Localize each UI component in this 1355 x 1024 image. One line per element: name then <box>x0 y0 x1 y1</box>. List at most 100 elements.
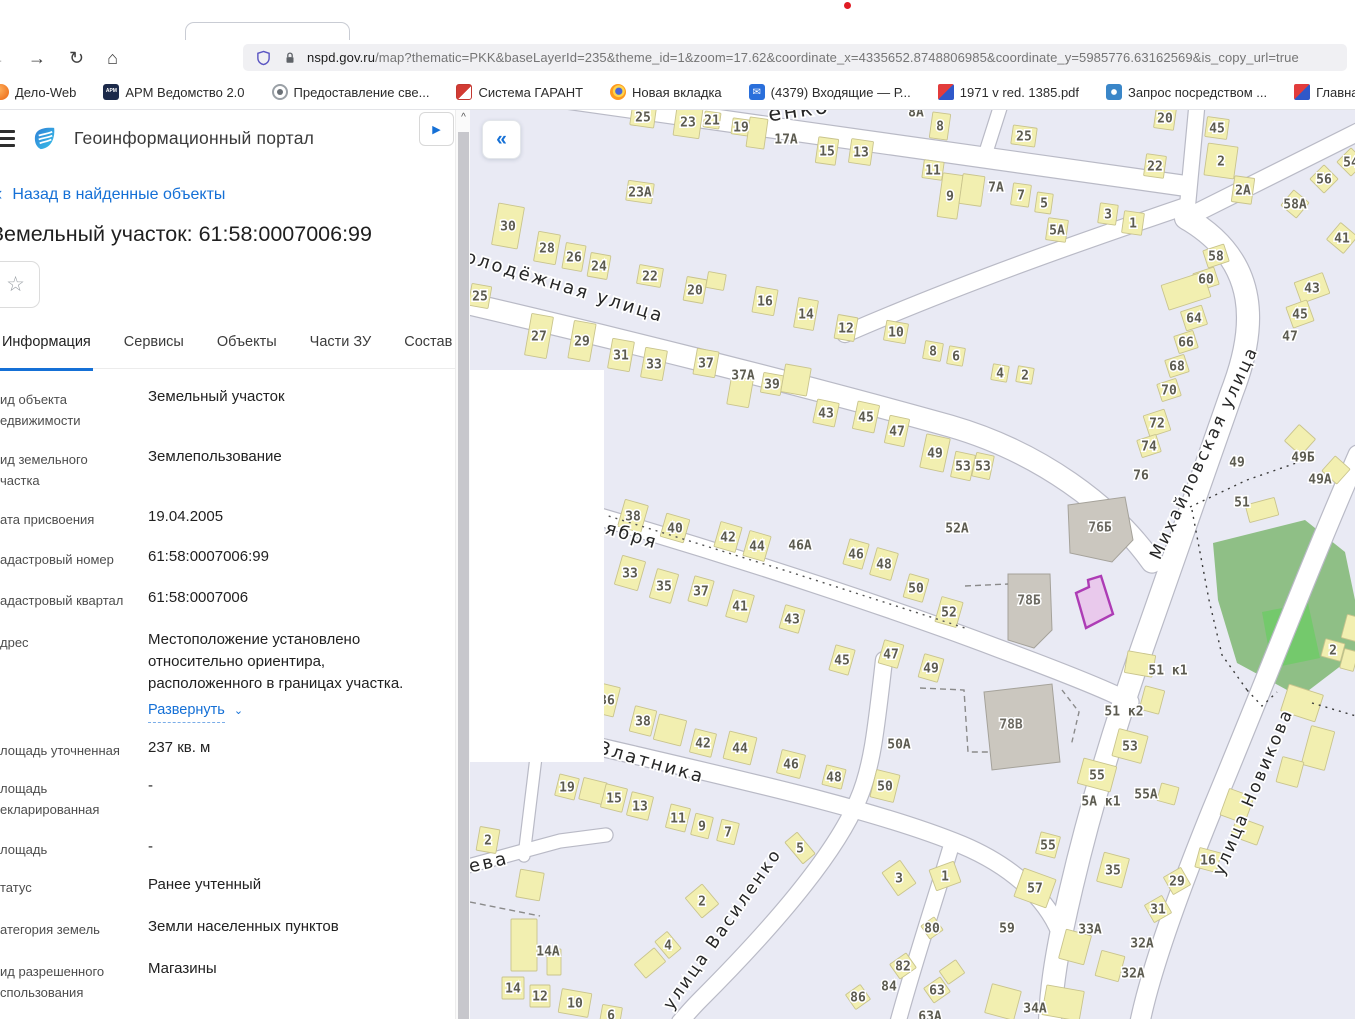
bookmark-item[interactable]: Система ГАРАНТ <box>456 84 583 100</box>
map-label: 22 <box>642 270 658 285</box>
page: { "browser": { "nav": {"back":"←","forwa… <box>0 0 1355 1019</box>
tab-Части ЗУ[interactable]: Части ЗУ <box>308 326 374 368</box>
bookmark-item[interactable]: АРМАРМ Ведомство 2.0 <box>103 84 244 100</box>
panel-header: Геоинформационный портал <box>0 125 314 152</box>
map-label: 41 <box>1334 232 1350 247</box>
collapse-panel-button[interactable]: « <box>482 120 521 159</box>
gray-building-78Б[interactable] <box>1008 574 1052 648</box>
browser-tab-strip <box>0 0 1355 40</box>
map-label: 5А <box>1049 224 1065 239</box>
map-label: 3 <box>895 872 903 887</box>
attribute-value: Земельный участок <box>148 386 448 408</box>
favorite-button[interactable]: ☆ <box>0 261 40 308</box>
map-label: 49 <box>923 662 939 677</box>
scroll-up-icon[interactable]: ^ <box>456 112 471 123</box>
map-label: 64 <box>1186 312 1202 327</box>
tab-Сервисы[interactable]: Сервисы <box>122 326 186 368</box>
map-label: 48 <box>826 771 842 786</box>
map-label: 52А <box>945 522 969 537</box>
building[interactable] <box>511 919 537 971</box>
building[interactable] <box>959 174 985 207</box>
map-label: 2 <box>698 895 706 910</box>
doc-icon <box>938 84 954 100</box>
doc-icon <box>1294 84 1310 100</box>
bookmark-item[interactable]: Запрос посредством ... <box>1106 84 1267 100</box>
map-label: 22 <box>1147 160 1163 175</box>
bookmark-item[interactable]: 1971 v red. 1385.pdf <box>938 84 1079 100</box>
map-label: 55А <box>1134 788 1158 803</box>
building[interactable] <box>781 364 811 396</box>
map-label: 14 <box>505 982 521 997</box>
map-label: 4 <box>664 939 672 954</box>
map-label: 54 <box>1343 156 1355 171</box>
tab-Объекты[interactable]: Объекты <box>215 326 279 368</box>
map-label: 50А <box>887 738 911 753</box>
map-label: 33 <box>646 358 662 373</box>
cadastral-map[interactable]: 2523211917А15138А82520224522А565458А4111… <box>470 110 1355 1019</box>
map-label: 46 <box>783 758 799 773</box>
map-label: 44 <box>732 742 748 757</box>
panel-scrollbar[interactable]: ^ <box>455 110 470 1019</box>
map-label: 46А <box>788 539 812 554</box>
map-label: 8 <box>929 345 937 360</box>
map-label: 11 <box>670 812 686 827</box>
map-label: 2 <box>1021 369 1029 384</box>
map-label: 1 <box>941 870 949 885</box>
map-label: 8А <box>908 110 924 121</box>
tab-Состав[interactable]: Состав <box>402 326 454 368</box>
map-label: 35 <box>1105 864 1121 879</box>
map-label: 19 <box>733 121 749 136</box>
home-icon[interactable]: ⌂ <box>107 49 118 67</box>
building[interactable] <box>516 869 544 901</box>
building[interactable] <box>746 117 768 149</box>
map-label: 76 <box>1133 469 1149 484</box>
shield-icon[interactable] <box>256 50 271 66</box>
attribute-value: Местоположение установленоотносительно о… <box>148 629 448 723</box>
tab-Информация[interactable]: Информация <box>0 326 93 371</box>
tabs-more-button[interactable]: ▶ <box>419 112 454 146</box>
bookmark-item[interactable]: Предоставление све... <box>272 84 430 100</box>
main-content: Геоинформационный портал ‹ Назад в найде… <box>0 110 1355 1019</box>
map-label: 9 <box>946 190 954 205</box>
building[interactable] <box>1042 985 1085 1019</box>
forward-icon[interactable]: → <box>28 49 46 67</box>
attribute-label: адастровый квартал <box>0 587 132 611</box>
map-label: 82 <box>895 960 911 975</box>
bookmark-item[interactable]: Главная - Официальн... <box>1294 84 1355 100</box>
portal-title: Геоинформационный портал <box>74 128 314 149</box>
attribute-value: - <box>148 775 448 797</box>
emblem-icon <box>272 84 288 100</box>
map-label: 33А <box>1078 923 1102 938</box>
browser-toolbar: ← → ↻ ⌂ nspd.gov.ru/map?thematic=PKK&bas… <box>0 40 1355 75</box>
map-canvas[interactable]: « 2523211917А15138А82520224522А565458А41… <box>470 110 1355 1019</box>
scrollbar-thumb[interactable] <box>458 132 469 1019</box>
map-label: 38 <box>625 510 641 525</box>
map-label: 8 <box>936 120 944 135</box>
arm-icon: АРМ <box>103 84 119 100</box>
reload-icon[interactable]: ↻ <box>69 49 84 67</box>
map-label: 66 <box>1178 336 1194 351</box>
bookmark-label: (4379) Входящие — Р... <box>771 85 911 100</box>
attribute-value: Земли населенных пунктов <box>148 916 448 938</box>
attribute-row: лощадьекларированная- <box>0 775 448 836</box>
building[interactable] <box>706 272 727 291</box>
expand-link[interactable]: Развернуть⌄ <box>148 699 448 723</box>
map-label: 47 <box>889 425 905 440</box>
bookmark-item[interactable]: Новая вкладка <box>610 84 722 100</box>
bookmark-item[interactable]: Дело-Web <box>0 84 76 100</box>
bookmark-item[interactable]: ✉(4379) Входящие — Р... <box>749 84 911 100</box>
map-label: 49Б <box>1291 451 1315 466</box>
back-icon[interactable]: ← <box>0 49 5 67</box>
menu-icon[interactable] <box>0 130 15 147</box>
map-label: 11 <box>925 164 941 179</box>
map-label: 53 <box>1122 740 1138 755</box>
map-label: 68 <box>1169 360 1185 375</box>
address-bar[interactable]: nspd.gov.ru/map?thematic=PKK&baseLayerId… <box>243 44 1347 71</box>
back-to-results-link[interactable]: ‹ Назад в найденные объекты <box>0 184 225 206</box>
map-label: 39 <box>764 378 780 393</box>
bookmarks-bar: Дело-Web АРМАРМ Ведомство 2.0 Предоставлен… <box>0 75 1355 110</box>
map-label: 34А <box>1023 1002 1047 1017</box>
browser-tab[interactable] <box>185 22 350 41</box>
map-label: 14А <box>536 945 560 960</box>
map-label: 47 <box>1282 330 1298 345</box>
